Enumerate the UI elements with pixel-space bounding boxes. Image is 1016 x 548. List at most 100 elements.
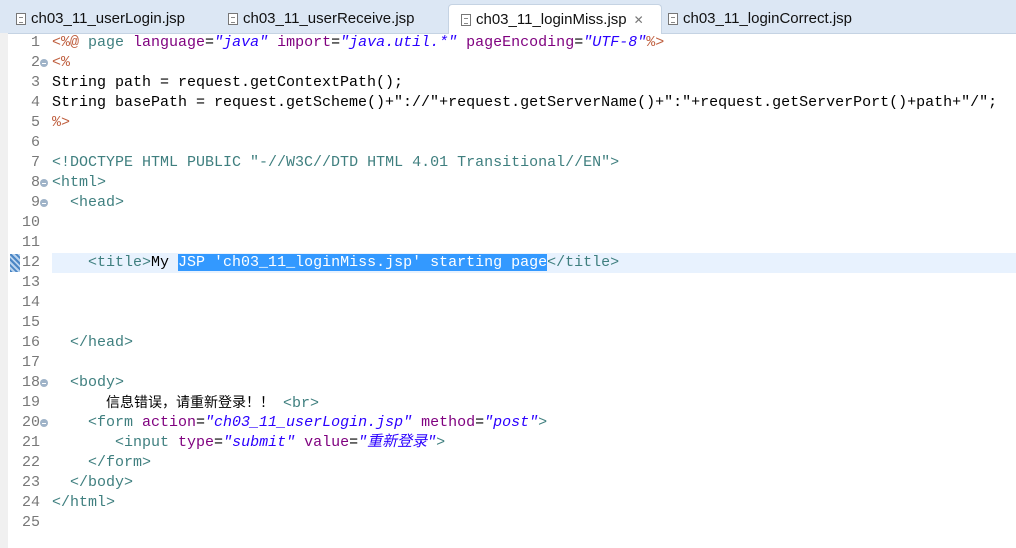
code-token: <br> [283, 395, 320, 412]
fold-collapse-icon[interactable] [40, 199, 48, 207]
jsp-file-icon [668, 12, 678, 25]
code-token: method [421, 414, 476, 431]
fold-collapse-icon[interactable] [40, 419, 48, 427]
code-line[interactable]: 22 </form> [0, 453, 1016, 473]
code-line[interactable]: 17 [0, 353, 1016, 373]
code-token: "重新登录" [358, 434, 437, 451]
line-number: 7 [30, 154, 40, 171]
code-line[interactable]: 4 String basePath = request.getScheme()+"… [0, 93, 1016, 113]
code-line[interactable]: 13 [0, 273, 1016, 293]
editor-tab-bar: ch03_11_userLogin.jsp ch03_11_userReceiv… [0, 0, 1016, 34]
code-token: > [436, 434, 446, 451]
line-number: 18 [21, 374, 40, 391]
code-line[interactable]: 24 </html> [0, 493, 1016, 513]
code-line[interactable]: 15 [0, 313, 1016, 333]
code-token: <body> [52, 374, 125, 391]
code-line[interactable]: 3 String path = request.getContextPath(); [0, 73, 1016, 93]
fold-collapse-icon[interactable] [40, 179, 48, 187]
tab-userlogin[interactable]: ch03_11_userLogin.jsp [2, 4, 214, 33]
tab-logincorrect[interactable]: ch03_11_loginCorrect.jsp [660, 4, 890, 33]
code-line[interactable]: 18 <body> [0, 373, 1016, 393]
code-token: = [349, 434, 359, 451]
code-line[interactable]: 7 <!DOCTYPE HTML PUBLIC "-//W3C//DTD HTML… [0, 153, 1016, 173]
code-line[interactable]: 9 <head> [0, 193, 1016, 213]
code-token: </title> [547, 254, 620, 271]
code-token: </head> [52, 334, 134, 351]
code-line[interactable]: 19 信息错误，请重新登录！！ <br> [0, 393, 1016, 413]
code-token: action [142, 414, 197, 431]
line-number: 22 [21, 454, 40, 471]
code-line[interactable]: 6 [0, 133, 1016, 153]
tab-userreceive[interactable]: ch03_11_userReceive.jsp [214, 4, 446, 33]
code-token: <form [52, 414, 143, 431]
code-token: = [205, 34, 215, 51]
code-token: pageEncoding [466, 34, 575, 51]
code-text: </form> [52, 453, 1016, 473]
code-token: <%@ [52, 34, 89, 51]
line-number: 19 [21, 394, 40, 411]
code-token: = [196, 414, 206, 431]
code-token: "post" [484, 414, 539, 431]
code-token: </html> [52, 494, 116, 511]
jsp-file-icon [16, 12, 26, 25]
code-token: %> [52, 114, 71, 131]
code-text: String path = request.getContextPath(); [52, 73, 1016, 93]
code-line[interactable]: 20 <form action="ch03_11_userLogin.jsp" … [0, 413, 1016, 433]
tab-label: ch03_11_userReceive.jsp [243, 10, 415, 27]
code-line[interactable]: 12 <title>My JSP 'ch03_11_loginMiss.jsp'… [0, 253, 1016, 273]
line-number: 10 [21, 214, 40, 231]
code-line[interactable]: 14 [0, 293, 1016, 313]
code-token: </body> [52, 474, 134, 491]
code-line[interactable]: 8 <html> [0, 173, 1016, 193]
code-line[interactable]: 21 <input type="submit" value="重新登录"> [0, 433, 1016, 453]
fold-collapse-icon[interactable] [40, 59, 48, 67]
line-number: 4 [30, 94, 40, 111]
code-text: <%@ page language="java" import="java.ut… [52, 33, 1016, 53]
code-line[interactable]: 1 <%@ page language="java" import="java.u… [0, 33, 1016, 53]
code-token: "java.util.*" [340, 34, 458, 51]
code-token: <% [52, 54, 71, 71]
code-text: 信息错误，请重新登录！！ <br> [52, 393, 1016, 413]
code-token: String path = request.getContextPath(); [52, 74, 404, 91]
line-number: 20 [21, 414, 40, 431]
line-number: 14 [21, 294, 40, 311]
code-line[interactable]: 10 [0, 213, 1016, 233]
code-token: = [475, 414, 485, 431]
fold-collapse-icon[interactable] [40, 379, 48, 387]
line-number: 12 [21, 254, 40, 271]
close-icon[interactable]: ✕ [634, 13, 644, 27]
code-token: </form> [52, 454, 152, 471]
code-token: > [538, 414, 548, 431]
code-text: <html> [52, 173, 1016, 193]
code-text: </head> [52, 333, 1016, 353]
tab-loginmiss[interactable]: ch03_11_loginMiss.jsp ✕ [448, 4, 662, 34]
code-text: <title>My JSP 'ch03_11_loginMiss.jsp' st… [52, 253, 1016, 273]
code-token: page [88, 34, 134, 51]
line-number: 11 [21, 234, 40, 251]
line-number: 21 [21, 434, 40, 451]
code-text: %> [52, 113, 1016, 133]
code-editor[interactable]: 1 <%@ page language="java" import="java.u… [0, 33, 1016, 548]
code-token: <!DOCTYPE HTML PUBLIC [52, 154, 251, 171]
code-token: "ch03_11_userLogin.jsp" [205, 414, 413, 431]
code-text: </html> [52, 493, 1016, 513]
code-token: type [178, 434, 215, 451]
code-line[interactable]: 23 </body> [0, 473, 1016, 493]
code-text: <% [52, 53, 1016, 73]
tab-label: ch03_11_userLogin.jsp [31, 10, 186, 27]
line-number: 3 [30, 74, 40, 91]
code-line[interactable]: 5 %> [0, 113, 1016, 133]
code-line[interactable]: 16 </head> [0, 333, 1016, 353]
code-line[interactable]: 11 [0, 233, 1016, 253]
code-line[interactable]: 25 [0, 513, 1016, 533]
code-line[interactable]: 2 <% [0, 53, 1016, 73]
